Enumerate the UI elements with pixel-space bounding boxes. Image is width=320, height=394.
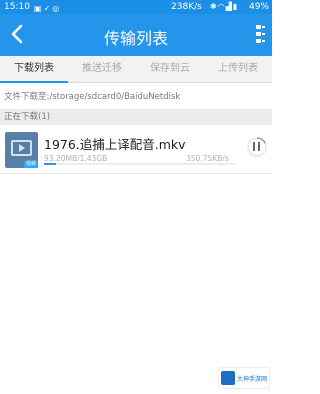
- progress-size: 93.20MB/1.43GB: [44, 154, 108, 163]
- tab-upload-list[interactable]: 上传列表: [204, 56, 272, 83]
- download-speed: 350.75KB/s: [186, 154, 229, 163]
- network-rate: 238K/s: [171, 2, 202, 12]
- image-icon: ▣: [34, 4, 44, 13]
- play-icon: [19, 144, 25, 152]
- more-icon[interactable]: [256, 24, 266, 46]
- pause-icon[interactable]: [253, 142, 261, 151]
- file-type-badge: 视频: [23, 161, 38, 168]
- page-title: 传输列表: [103, 29, 168, 48]
- battery-icon: ▮: [232, 2, 239, 11]
- signal-icon: ▟: [225, 2, 233, 11]
- tab-bar: 下载列表 推送迁移 保存到云 上传列表: [0, 56, 272, 83]
- section-downloading: 正在下载(1): [0, 109, 272, 125]
- chat-icon: ◎: [52, 4, 62, 13]
- progress-fill: [44, 163, 56, 165]
- watermark-logo-icon: [221, 371, 235, 385]
- status-time: 15:10: [4, 2, 30, 12]
- progress-bar: [44, 163, 236, 165]
- video-file-icon: 视频: [5, 132, 38, 168]
- status-bar: 15:10 ▣✓◎ 238K/s ✱◠▟▮ 49%: [0, 0, 272, 14]
- check-icon: ✓: [43, 4, 53, 13]
- tab-push-migration[interactable]: 推送迁移: [68, 56, 136, 83]
- watermark: 大神手游网: [218, 367, 270, 389]
- tab-download-list[interactable]: 下载列表: [0, 56, 68, 83]
- app-header: 传输列表: [0, 14, 272, 56]
- bluetooth-icon: ✱: [210, 2, 218, 11]
- wifi-icon: ◠: [217, 2, 226, 11]
- battery-level: 49%: [248, 2, 269, 12]
- active-tab-indicator: [0, 81, 68, 83]
- status-right-icons: ✱◠▟▮: [210, 0, 238, 14]
- watermark-text: 大神手游网: [237, 376, 268, 383]
- download-item[interactable]: 视频 1976.追捕上译配音.mkv 93.20MB/1.43GB 350.75…: [0, 126, 272, 174]
- tab-save-to-cloud[interactable]: 保存到云: [136, 56, 204, 83]
- download-path: 文件下载至:/storage/sdcard0/BaiduNetdisk: [0, 86, 272, 108]
- file-name: 1976.追捕上译配音.mkv: [44, 137, 186, 152]
